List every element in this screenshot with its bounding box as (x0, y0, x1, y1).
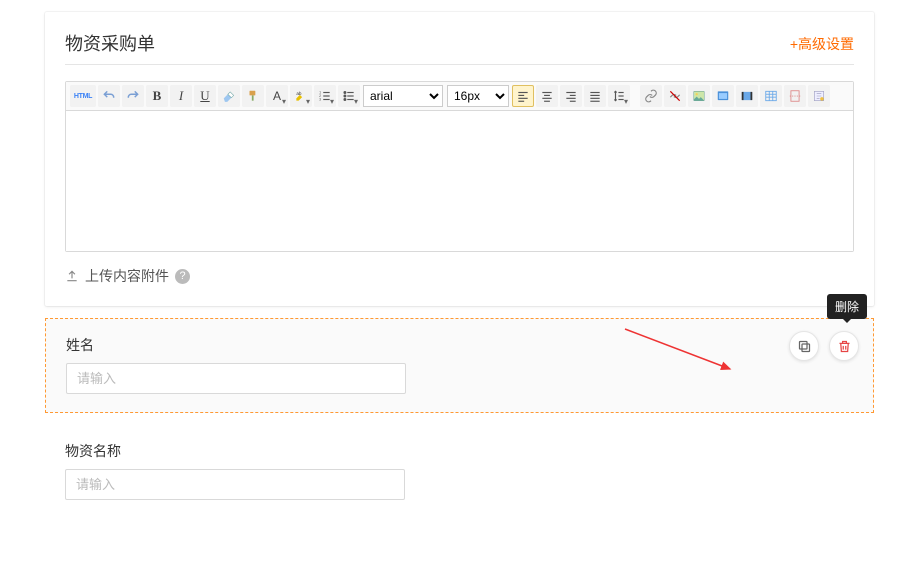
duplicate-button[interactable] (789, 331, 819, 361)
align-center-button[interactable] (536, 85, 558, 107)
ordered-list-button[interactable]: 123 (314, 85, 336, 107)
field-block-material[interactable]: 物资名称 (45, 425, 874, 518)
bold-button[interactable]: B (146, 85, 168, 107)
attachment-row[interactable]: 上传内容附件 ? (45, 252, 874, 286)
font-family-select[interactable]: arial (363, 85, 443, 107)
italic-button[interactable]: I (170, 85, 192, 107)
field-label: 物资名称 (65, 441, 854, 461)
template-button[interactable] (808, 85, 830, 107)
upload-icon (65, 269, 79, 283)
form-card: +高级设置 HTML B I U A ab 123 arial 16px (45, 12, 874, 306)
svg-text:3: 3 (319, 98, 321, 102)
image-button[interactable] (688, 85, 710, 107)
page-break-button[interactable] (784, 85, 806, 107)
advanced-settings-link[interactable]: +高级设置 (790, 34, 854, 54)
delete-tooltip: 删除 (827, 294, 867, 319)
font-color-button[interactable]: A (266, 85, 288, 107)
attachment-label: 上传内容附件 (85, 266, 169, 286)
field-label: 姓名 (66, 335, 853, 355)
rich-text-editor: HTML B I U A ab 123 arial 16px (65, 81, 854, 252)
unordered-list-button[interactable] (338, 85, 360, 107)
delete-button[interactable] (829, 331, 859, 361)
table-button[interactable] (760, 85, 782, 107)
format-painter-button[interactable] (242, 85, 264, 107)
eraser-button[interactable] (218, 85, 240, 107)
field-input-material[interactable] (65, 469, 405, 500)
align-right-button[interactable] (560, 85, 582, 107)
align-left-button[interactable] (512, 85, 534, 107)
svg-text:ab: ab (296, 91, 302, 96)
form-title-input[interactable] (65, 30, 617, 58)
html-source-button[interactable]: HTML (70, 85, 96, 107)
underline-button[interactable]: U (194, 85, 216, 107)
font-size-select[interactable]: 16px (447, 85, 509, 107)
line-height-button[interactable] (608, 85, 630, 107)
redo-button[interactable] (122, 85, 144, 107)
editor-content-area[interactable] (66, 111, 853, 251)
trash-icon (837, 339, 852, 354)
align-justify-button[interactable] (584, 85, 606, 107)
field-input-name[interactable] (66, 363, 406, 394)
unlink-button[interactable] (664, 85, 686, 107)
highlight-button[interactable]: ab (290, 85, 312, 107)
fullscreen-button[interactable] (712, 85, 734, 107)
field-block-name[interactable]: 删除 姓名 (45, 318, 874, 413)
help-icon[interactable]: ? (175, 269, 190, 284)
copy-icon (797, 339, 812, 354)
undo-button[interactable] (98, 85, 120, 107)
link-button[interactable] (640, 85, 662, 107)
video-button[interactable] (736, 85, 758, 107)
editor-toolbar: HTML B I U A ab 123 arial 16px (66, 82, 853, 111)
